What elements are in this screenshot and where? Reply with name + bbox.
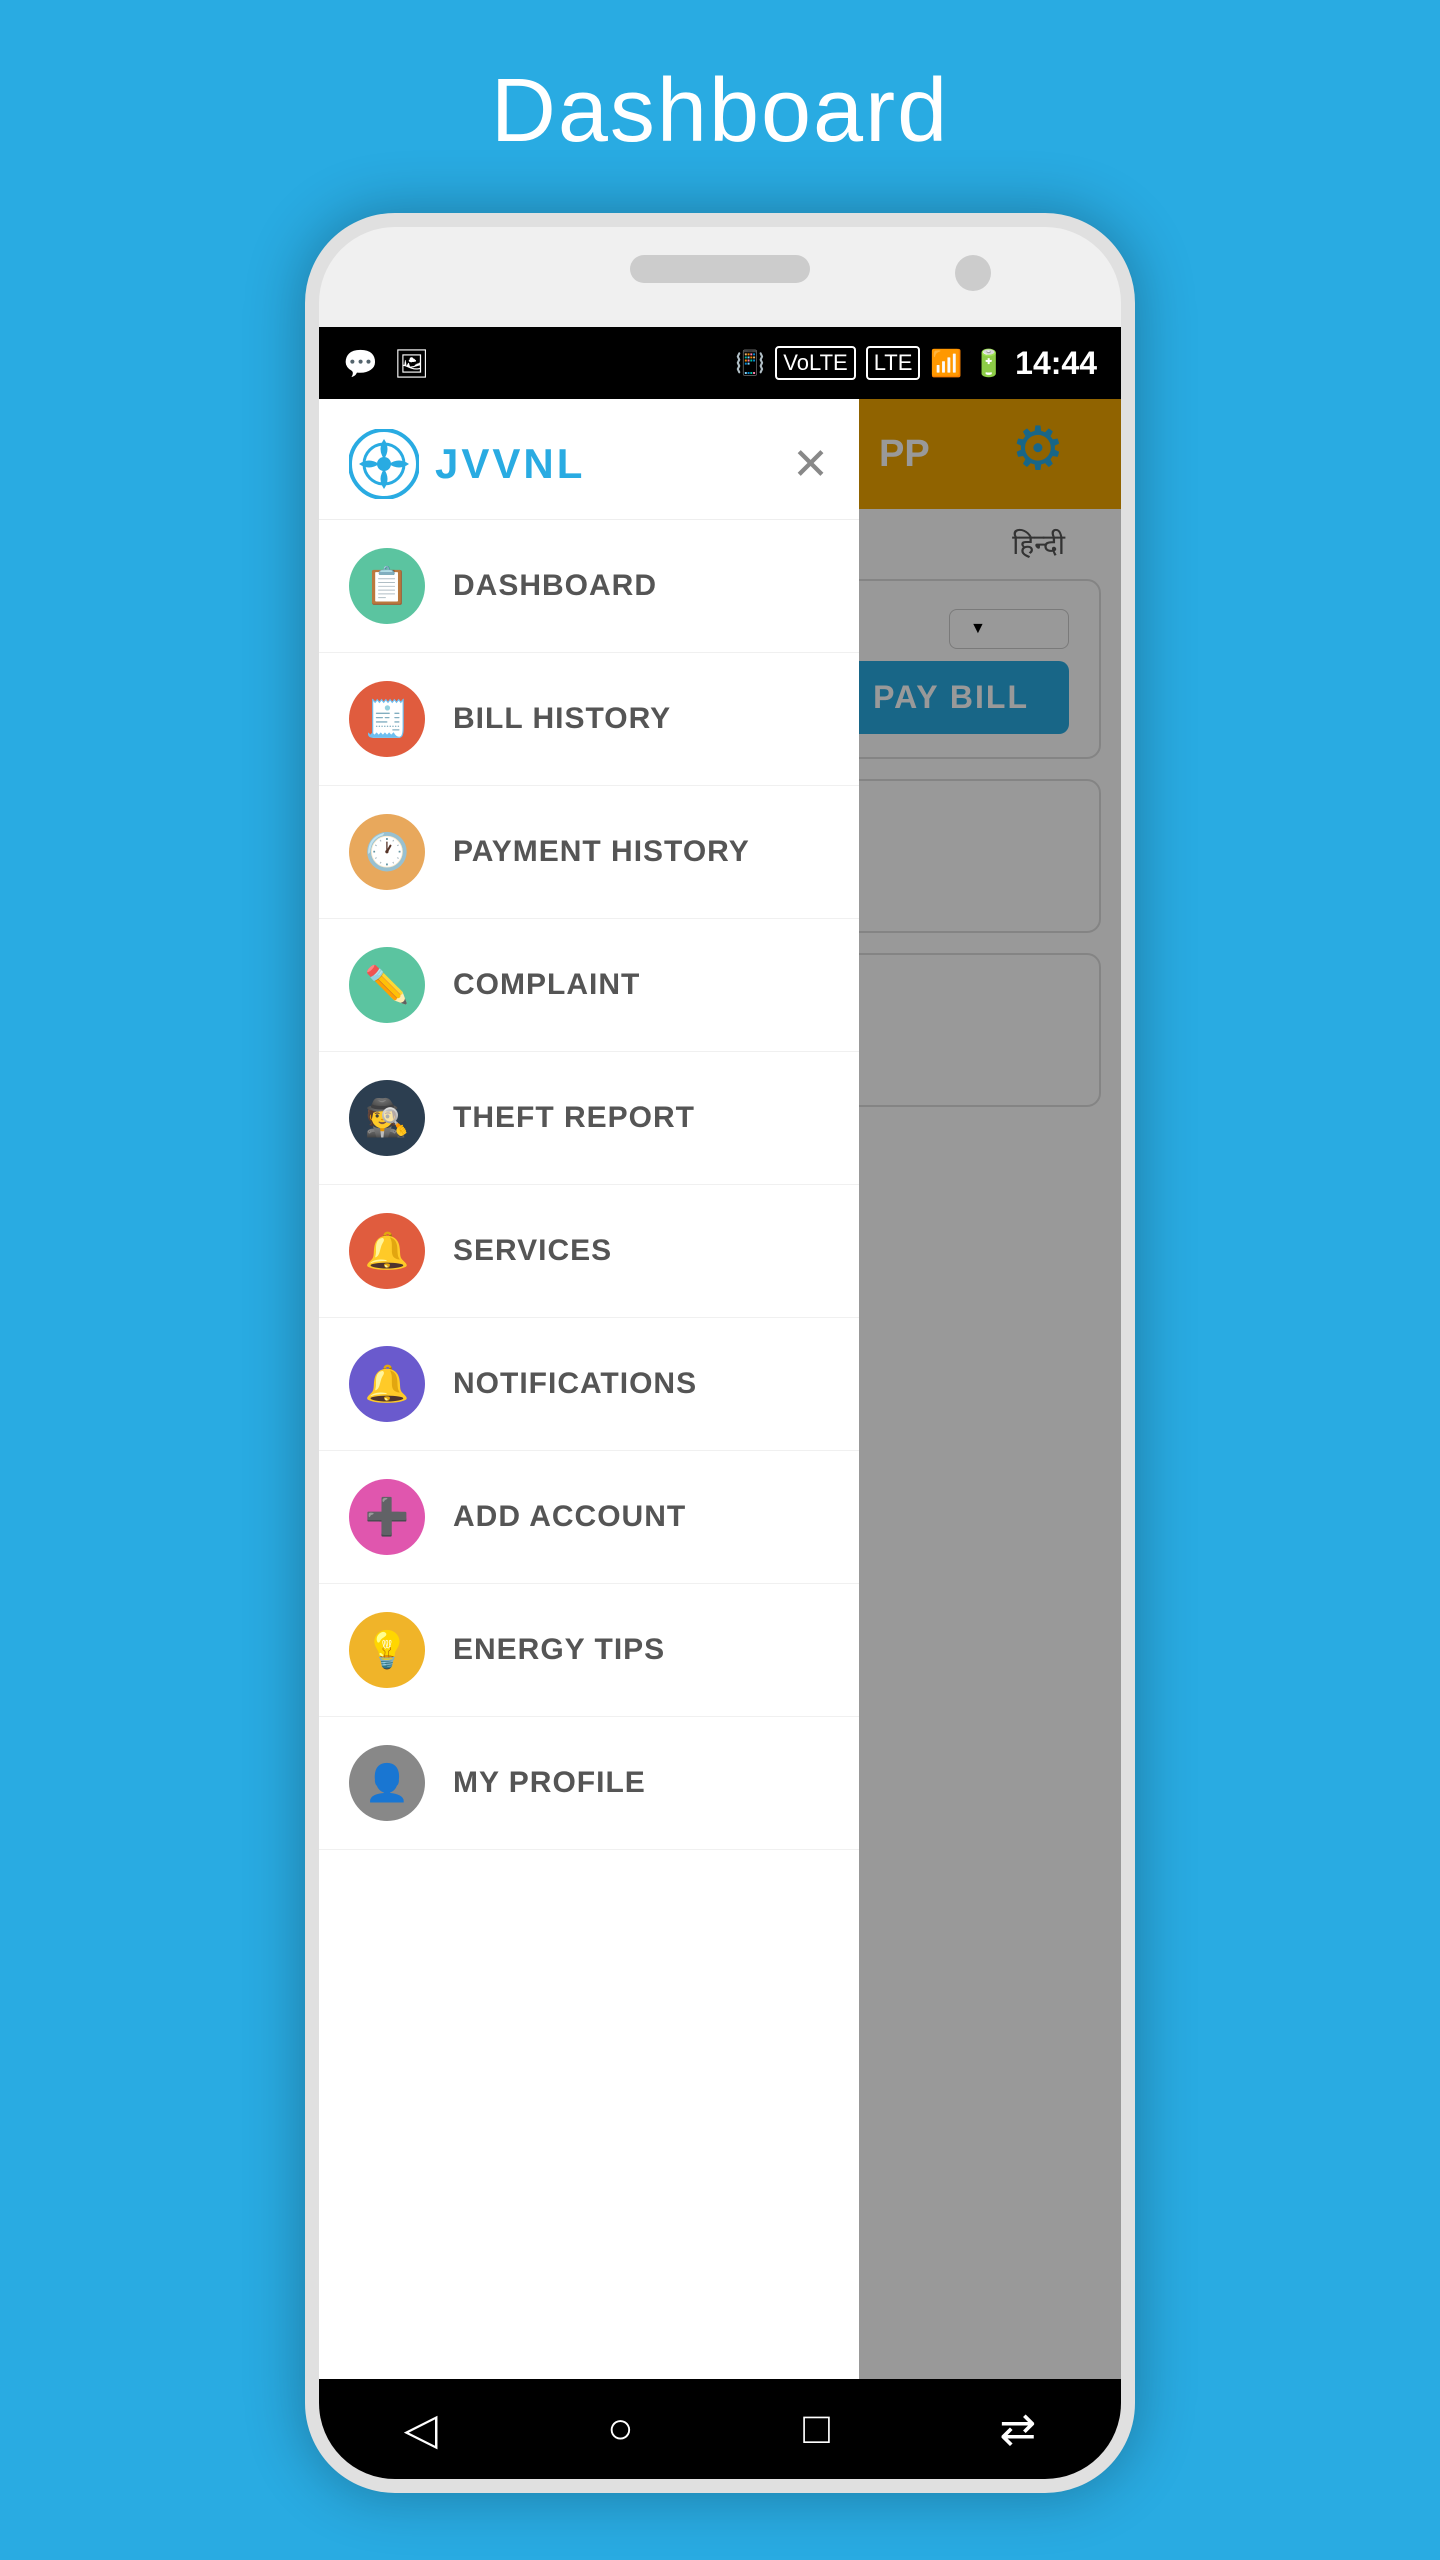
- time-display: 14:44: [1015, 345, 1097, 382]
- phone-screen: PP ⚙ हिन्दी ▼ 654 PAY BILL: [319, 399, 1121, 2379]
- dashboard-label: DASHBOARD: [453, 569, 657, 603]
- share-button[interactable]: ⇄: [999, 2404, 1036, 2455]
- complaint-icon: ✏️: [349, 947, 425, 1023]
- phone-speaker: [630, 255, 810, 283]
- add-account-icon: ➕: [349, 1479, 425, 1555]
- sidebar-item-complaint[interactable]: ✏️ COMPLAINT: [319, 919, 859, 1052]
- home-button[interactable]: ○: [607, 2404, 634, 2454]
- payment-history-label: PAYMENT HISTORY: [453, 835, 750, 869]
- sidebar-drawer: JVVNL ✕ 📋 DASHBOARD 🧾 BILL HISTORY 🕐 PAYMENT …: [319, 399, 859, 2379]
- energy-tips-label: ENERGY TIPS: [453, 1633, 665, 1667]
- battery-icon: 🔋: [973, 348, 1005, 379]
- dashboard-icon: 📋: [349, 548, 425, 624]
- sidebar-item-energy-tips[interactable]: 💡 ENERGY TIPS: [319, 1584, 859, 1717]
- sidebar-item-my-profile[interactable]: 👤 MY PROFILE: [319, 1717, 859, 1850]
- complaint-label: COMPLAINT: [453, 968, 640, 1002]
- theft-report-label: THEFT REPORT: [453, 1101, 695, 1135]
- services-icon: 🔔: [349, 1213, 425, 1289]
- sidebar-item-services[interactable]: 🔔 SERVICES: [319, 1185, 859, 1318]
- signal-icon: 📶: [930, 348, 962, 379]
- volte-badge: VoLTE: [775, 346, 855, 380]
- jvvnl-logo-icon: [349, 429, 419, 499]
- image-icon: 🖼: [394, 347, 430, 380]
- notifications-icon: 🔔: [349, 1346, 425, 1422]
- my-profile-icon: 👤: [349, 1745, 425, 1821]
- sidebar-item-bill-history[interactable]: 🧾 BILL HISTORY: [319, 653, 859, 786]
- services-label: SERVICES: [453, 1234, 612, 1268]
- logo-text: JVVNL: [435, 440, 585, 488]
- sidebar-item-theft-report[interactable]: 🕵 THEFT REPORT: [319, 1052, 859, 1185]
- add-account-label: ADD ACCOUNT: [453, 1500, 686, 1534]
- sidebar-header: JVVNL ✕: [319, 399, 859, 520]
- logo-area: JVVNL: [349, 429, 585, 499]
- phone-camera: [955, 255, 991, 291]
- vibrate-icon: 📳: [735, 349, 765, 378]
- energy-tips-icon: 💡: [349, 1612, 425, 1688]
- status-bar: 💬 🖼 📳 VoLTE LTE 📶 🔋 14:44: [319, 327, 1121, 399]
- theft-report-icon: 🕵: [349, 1080, 425, 1156]
- menu-list: 📋 DASHBOARD 🧾 BILL HISTORY 🕐 PAYMENT HISTORY ✏…: [319, 520, 859, 2379]
- chat-icon: 💬: [343, 347, 378, 380]
- page-title: Dashboard: [491, 60, 949, 163]
- payment-history-icon: 🕐: [349, 814, 425, 890]
- bill-history-icon: 🧾: [349, 681, 425, 757]
- close-button[interactable]: ✕: [792, 439, 829, 490]
- sidebar-item-add-account[interactable]: ➕ ADD ACCOUNT: [319, 1451, 859, 1584]
- phone-wrapper: 💬 🖼 📳 VoLTE LTE 📶 🔋 14:44 PP ⚙ हिन्दी: [305, 213, 1135, 2493]
- my-profile-label: MY PROFILE: [453, 1766, 646, 1800]
- lte-badge: LTE: [866, 346, 921, 380]
- sidebar-item-notifications[interactable]: 🔔 NOTIFICATIONS: [319, 1318, 859, 1451]
- sidebar-item-dashboard[interactable]: 📋 DASHBOARD: [319, 520, 859, 653]
- recents-button[interactable]: □: [803, 2404, 830, 2454]
- notifications-label: NOTIFICATIONS: [453, 1367, 697, 1401]
- sidebar-overlay[interactable]: [859, 399, 1121, 2379]
- back-button[interactable]: ◁: [404, 2404, 438, 2455]
- sidebar-item-payment-history[interactable]: 🕐 PAYMENT HISTORY: [319, 786, 859, 919]
- nav-bar: ◁ ○ □ ⇄: [319, 2379, 1121, 2479]
- bill-history-label: BILL HISTORY: [453, 702, 671, 736]
